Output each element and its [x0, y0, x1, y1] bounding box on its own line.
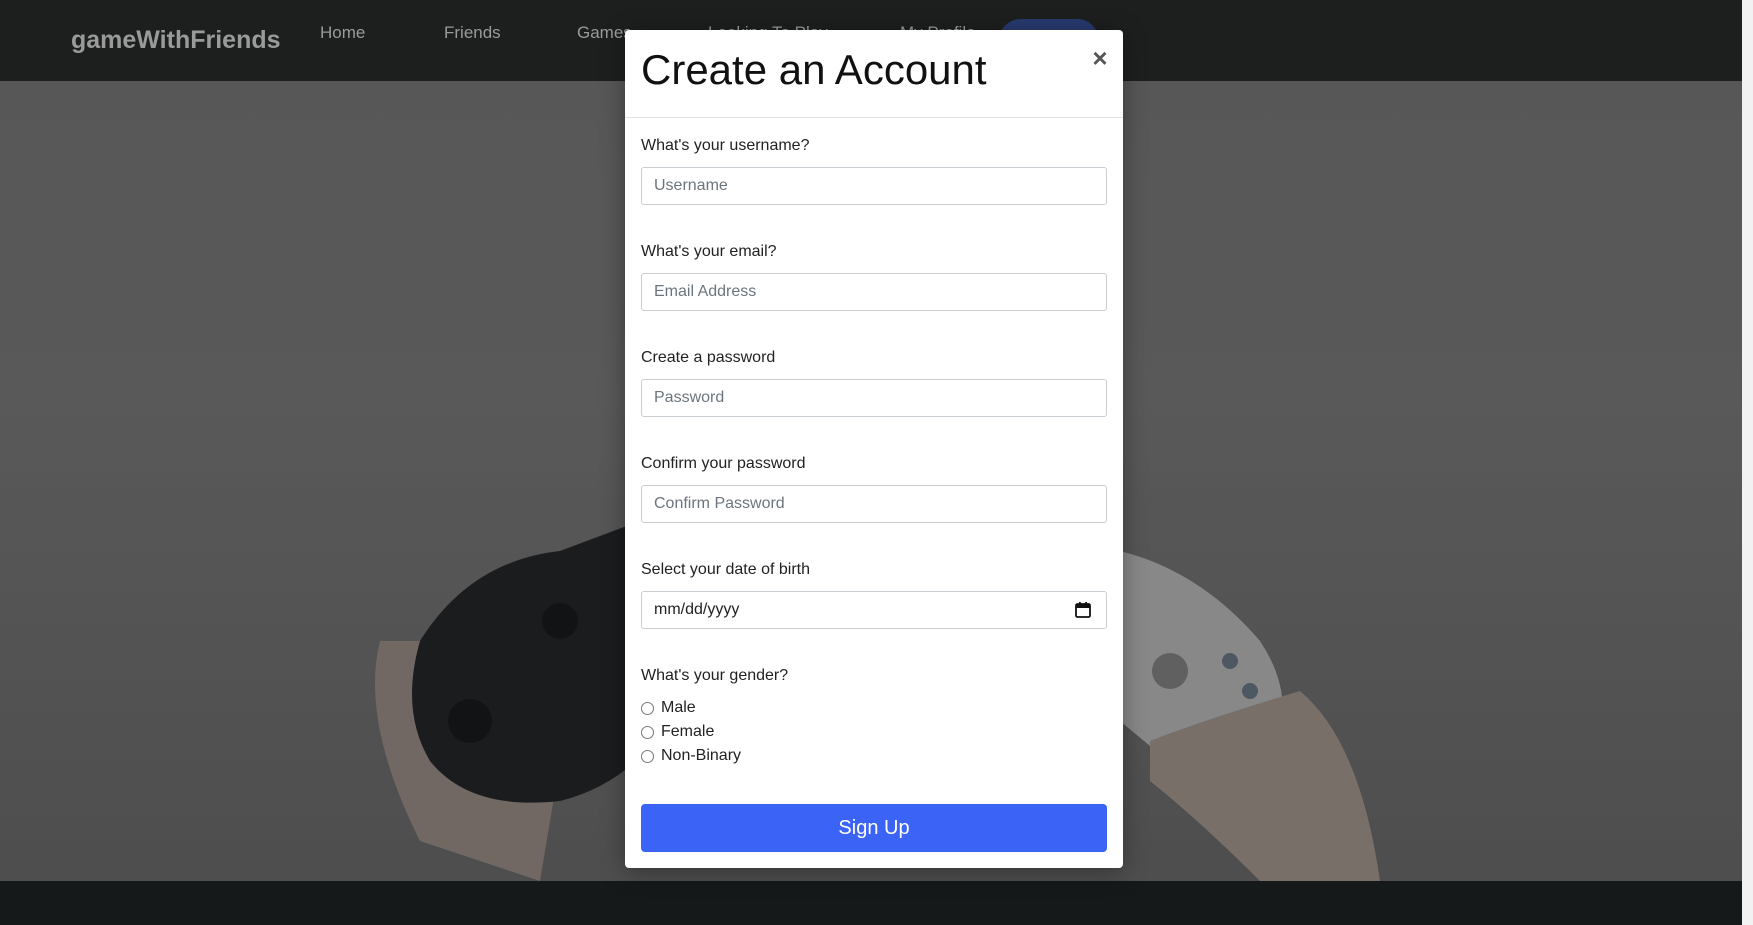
calendar-icon[interactable]	[1074, 601, 1092, 619]
confirm-password-input[interactable]	[641, 485, 1107, 523]
password-label: Create a password	[641, 349, 776, 366]
email-input[interactable]	[641, 273, 1107, 311]
create-account-modal: Create an Account × What's your username…	[625, 30, 1123, 868]
email-label: What's your email?	[641, 243, 777, 260]
radio-button[interactable]	[641, 750, 654, 763]
radio-label: Female	[661, 723, 715, 740]
password-input[interactable]	[641, 379, 1107, 417]
brand-logo-link[interactable]: gameWithFriends	[71, 26, 281, 55]
nav-link-friends[interactable]: Friends	[444, 23, 501, 43]
radio-label: Non-Binary	[661, 747, 742, 764]
page-footer	[0, 881, 1742, 925]
username-input[interactable]	[641, 167, 1107, 205]
nav-link-games[interactable]: Games	[577, 23, 632, 43]
dob-label: Select your date of birth	[641, 561, 810, 578]
radio-label: Male	[661, 699, 696, 716]
dob-date-input[interactable]: mm/dd/yyyy	[641, 591, 1107, 629]
gender-label: What's your gender?	[641, 667, 789, 684]
dob-value: mm/dd/yyyy	[654, 601, 740, 618]
sign-up-button[interactable]: Sign Up	[641, 804, 1107, 852]
modal-header: Create an Account ×	[625, 30, 1123, 118]
radio-button[interactable]	[641, 702, 654, 715]
confirm-password-label: Confirm your password	[641, 455, 806, 472]
close-icon[interactable]: ×	[1086, 44, 1114, 72]
nav-link-home[interactable]: Home	[320, 23, 365, 43]
page-scrollbar[interactable]	[1742, 0, 1753, 925]
username-label: What's your username?	[641, 137, 810, 154]
page: gameWithFriends Home Friends Games Looki…	[0, 0, 1753, 925]
radio-button[interactable]	[641, 726, 654, 739]
modal-title: Create an Account	[641, 46, 987, 93]
